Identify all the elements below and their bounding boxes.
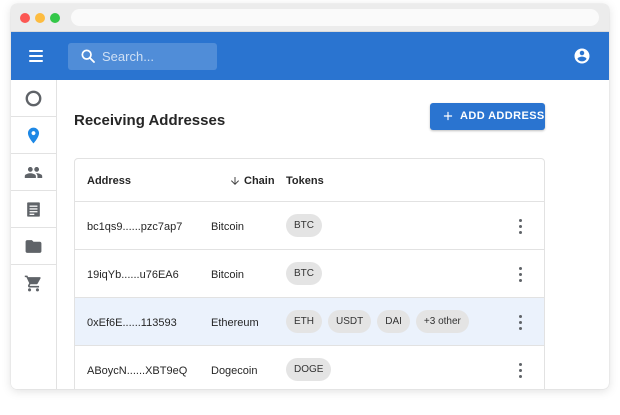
search-icon	[81, 49, 95, 63]
search-box[interactable]	[68, 43, 217, 70]
sidebar-item-files[interactable]	[11, 228, 56, 265]
close-window-button[interactable]	[20, 13, 30, 23]
address-cell: 19iqYb......u76EA6	[87, 269, 179, 281]
page-title: Receiving Addresses	[74, 112, 226, 129]
address-cell: 0xEf6E......113593	[87, 317, 177, 329]
column-header-chain-label: Chain	[244, 175, 275, 187]
token-chip: DOGE	[286, 358, 332, 381]
people-icon	[24, 166, 43, 179]
token-chip: BTC	[286, 262, 322, 285]
token-chip: DAI	[377, 310, 410, 333]
app-bar	[11, 32, 609, 80]
arrow-down-icon	[231, 177, 239, 185]
search-input[interactable]	[102, 43, 212, 70]
sidebar-item-people[interactable]	[11, 154, 56, 191]
column-header-address[interactable]: Address	[87, 175, 131, 187]
more-vert-icon[interactable]	[513, 218, 529, 234]
minimize-window-button[interactable]	[35, 13, 45, 23]
add-address-label: ADD ADDRESS	[460, 110, 545, 122]
token-chip: USDT	[328, 310, 372, 333]
table-row[interactable]: 0xEf6E......113593 Ethereum ETH USDT DAI +3…	[75, 298, 544, 346]
table-row[interactable]: bc1qs9......pzc7ap7 Bitcoin BTC	[75, 202, 544, 250]
sidebar-item-overview[interactable]	[11, 80, 56, 117]
plus-icon	[443, 111, 453, 121]
folder-icon	[25, 240, 42, 253]
addresses-table: Address Chain Tokens bc1qs9......pzc7ap7…	[74, 158, 545, 389]
token-chip: BTC	[286, 214, 322, 237]
token-chip: ETH	[286, 310, 322, 333]
circle-outline-icon	[25, 90, 42, 107]
more-vert-icon[interactable]	[513, 314, 529, 330]
chain-cell: Ethereum	[211, 317, 259, 329]
maximize-window-button[interactable]	[50, 13, 60, 23]
add-address-button[interactable]: ADD ADDRESS	[430, 103, 545, 130]
window-titlebar	[11, 4, 609, 32]
cart-icon	[24, 275, 41, 292]
token-chips: BTC	[286, 262, 328, 285]
browser-window: Receiving Addresses ADD ADDRESS Address …	[11, 4, 609, 389]
sidebar-item-addresses[interactable]	[11, 117, 56, 154]
chain-cell: Bitcoin	[211, 221, 245, 233]
more-tokens-chip[interactable]: +3 other	[415, 310, 469, 333]
table-row[interactable]: ABoycN......XBT9eQ Dogecoin DOGE	[75, 346, 544, 389]
table-header: Address Chain Tokens	[75, 159, 544, 202]
chain-cell: Bitcoin	[211, 269, 245, 281]
document-icon	[27, 202, 40, 217]
sidebar-nav	[11, 80, 57, 389]
more-vert-icon[interactable]	[513, 362, 529, 378]
location-pin-icon	[27, 127, 40, 144]
token-chips: DOGE	[286, 358, 337, 381]
account-circle-icon[interactable]	[573, 47, 591, 65]
address-cell: ABoycN......XBT9eQ	[87, 365, 188, 377]
table-row[interactable]: 19iqYb......u76EA6 Bitcoin BTC	[75, 250, 544, 298]
menu-icon[interactable]	[27, 47, 45, 65]
column-header-tokens: Tokens	[286, 175, 324, 187]
token-chips: BTC	[286, 214, 328, 237]
sidebar-item-shop[interactable]	[11, 265, 56, 302]
token-chips: ETH USDT DAI +3 other	[286, 310, 475, 333]
url-bar[interactable]	[71, 9, 599, 26]
chain-cell: Dogecoin	[211, 365, 258, 377]
sidebar-item-documents[interactable]	[11, 191, 56, 228]
main-content: Receiving Addresses ADD ADDRESS Address …	[57, 80, 609, 389]
address-cell: bc1qs9......pzc7ap7	[87, 221, 183, 233]
more-vert-icon[interactable]	[513, 266, 529, 282]
